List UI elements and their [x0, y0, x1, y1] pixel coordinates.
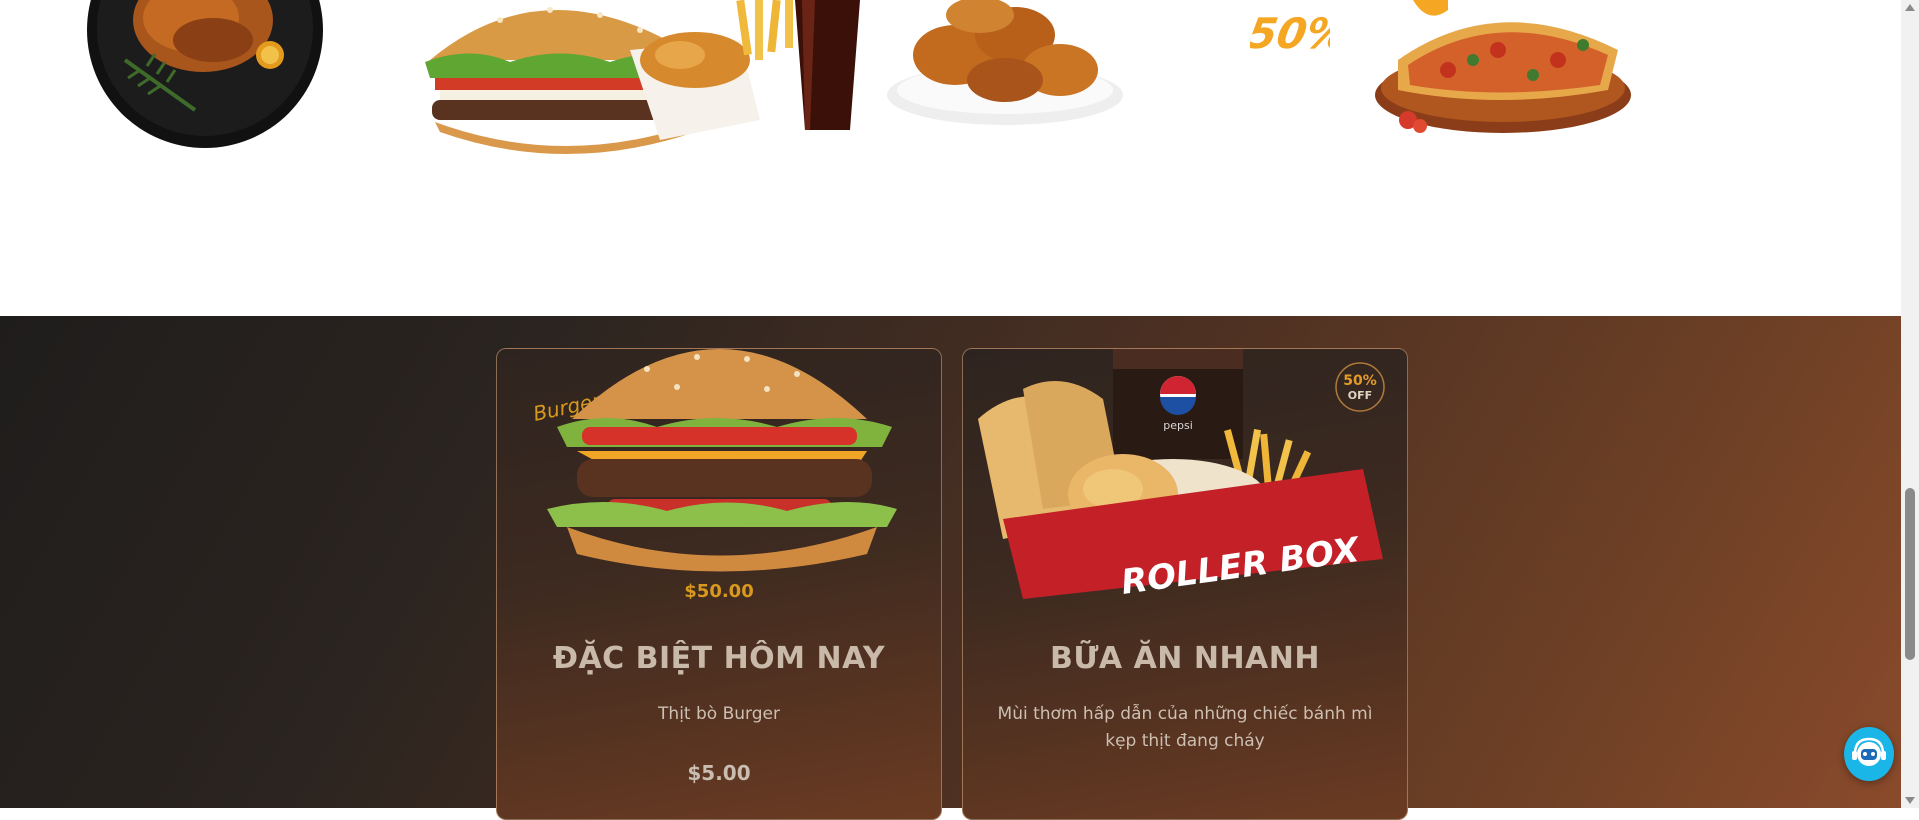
- vertical-scrollbar[interactable]: [1901, 0, 1919, 808]
- cheeseburger-image: Burger $50.00: [497, 349, 941, 602]
- chat-bot-icon: [1852, 737, 1886, 766]
- card-description: Mùi thơm hấp dẫn của những chiếc bánh mì…: [997, 704, 1373, 751]
- fried-chicken-plate-image: [885, 0, 1125, 130]
- svg-text:50%: 50%: [1250, 9, 1330, 58]
- card-description: Thịt bò Burger: [658, 704, 780, 724]
- svg-text:50%: 50%: [1343, 373, 1377, 389]
- svg-text:OFF: OFF: [1348, 389, 1372, 402]
- scroll-up-arrow-icon[interactable]: [1905, 4, 1915, 11]
- roast-chicken-plate-image: [85, 0, 325, 152]
- promo-card-special-today[interactable]: Burger $50.00 ĐẶC BIỆT HÔM NAY Thịt bò B…: [496, 348, 942, 820]
- card-title: BỮA ĂN NHANH: [1049, 641, 1320, 676]
- promo-card-fast-food[interactable]: pepsi ROLLER BOX 50% OFF BỮA ĂN NHANH Mù…: [962, 348, 1408, 820]
- card-price: $5.00: [687, 761, 751, 785]
- pizza-board-image: [1368, 0, 1638, 140]
- card-title: ĐẶC BIỆT HÔM NAY: [552, 641, 886, 676]
- promo-section: Burger $50.00 ĐẶC BIỆT HÔM NAY Thịt bò B…: [0, 316, 1901, 820]
- svg-text:pepsi: pepsi: [1163, 419, 1193, 432]
- svg-text:$50.00: $50.00: [684, 581, 753, 599]
- discount-50-badge: 50%: [1244, 0, 1353, 60]
- chat-bot-button[interactable]: [1844, 727, 1894, 781]
- scrollbar-thumb[interactable]: [1905, 488, 1915, 660]
- food-strip: 50%: [0, 0, 1901, 316]
- scroll-down-arrow-icon[interactable]: [1905, 797, 1915, 804]
- roller-box-combo-image: pepsi ROLLER BOX 50% OFF: [963, 349, 1407, 603]
- burger-combo-image: [410, 0, 870, 160]
